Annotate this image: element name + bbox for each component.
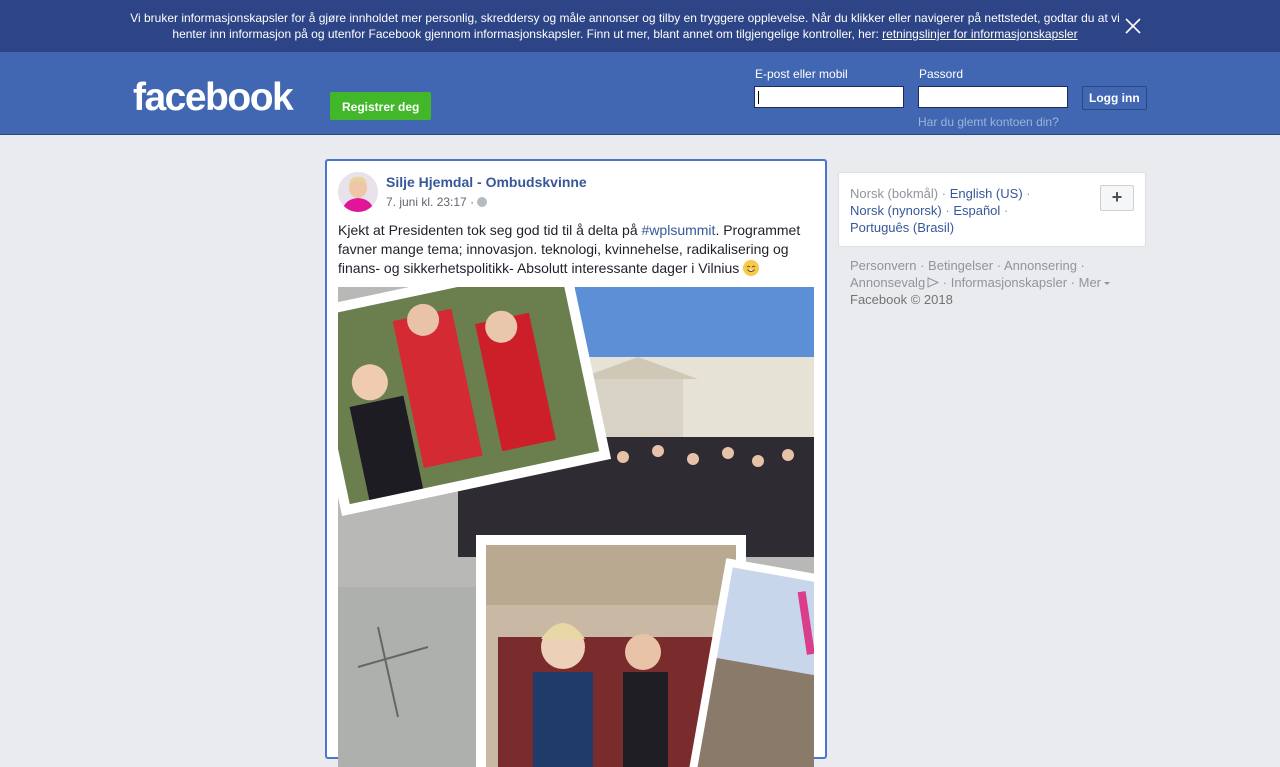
language-option-nynorsk[interactable]: Norsk (nynorsk) (850, 203, 942, 218)
post-author-link[interactable]: Silje Hjemdal - Ombudskvinne (386, 174, 587, 190)
language-list: Norsk (bokmål) · English (US) · Norsk (n… (850, 186, 1031, 235)
post-timestamp[interactable]: 7. juni kl. 23:17 · (386, 195, 488, 209)
text-caret (758, 91, 759, 104)
language-selector: Norsk (bokmål) · English (US) · Norsk (n… (838, 172, 1146, 247)
language-current: Norsk (bokmål) (850, 186, 939, 201)
top-header: facebook Registrer deg E-post eller mobi… (0, 52, 1280, 135)
language-option-english[interactable]: English (US) (950, 186, 1023, 201)
footer-link-terms[interactable]: Betingelser (928, 258, 993, 273)
language-option-portuguese[interactable]: Português (Brasil) (850, 220, 954, 235)
copyright: Facebook © 2018 (850, 292, 953, 307)
password-field[interactable] (918, 86, 1068, 108)
ad-choices-icon (925, 275, 940, 290)
footer-link-ad-choices[interactable]: Annonsevalg (850, 275, 925, 290)
forgot-account-link[interactable]: Har du glemt kontoen din? (918, 115, 1059, 129)
footer-link-advertising[interactable]: Annonsering (1004, 258, 1077, 273)
avatar[interactable] (338, 172, 378, 212)
close-icon[interactable] (1123, 16, 1143, 36)
hashtag-link[interactable]: #wplsummit (642, 222, 716, 238)
login-button[interactable]: Logg inn (1082, 86, 1147, 110)
cookie-banner: Vi bruker informasjonskapsler for å gjør… (0, 0, 1280, 52)
smiling-face-emoji-icon (743, 260, 760, 276)
footer-link-more[interactable]: Mer (1079, 275, 1101, 290)
register-button[interactable]: Registrer deg (330, 92, 432, 120)
caret-down-icon (1101, 275, 1111, 290)
post-text: Kjekt at Presidenten tok seg god tid til… (338, 221, 808, 278)
cookie-policy-link[interactable]: retningslinjer for informasjonskapsler (882, 27, 1077, 41)
language-option-spanish[interactable]: Español (953, 203, 1000, 218)
cookie-banner-text: Vi bruker informasjonskapsler for å gjør… (130, 10, 1120, 42)
post-text-start: Kjekt at Presidenten tok seg god tid til… (338, 222, 642, 238)
more-languages-button[interactable]: + (1100, 185, 1134, 211)
dot-separator: · (470, 195, 475, 209)
globe-icon (477, 197, 488, 207)
password-label: Passord (919, 67, 964, 81)
footer-link-cookies[interactable]: Informasjonskapsler (951, 275, 1067, 290)
email-field[interactable] (754, 86, 904, 108)
post-photo-collage[interactable] (338, 287, 814, 767)
footer-link-privacy[interactable]: Personvern (850, 258, 916, 273)
facebook-logo[interactable]: facebook (133, 76, 294, 120)
post-date[interactable]: 7. juni kl. 23:17 (386, 195, 467, 209)
email-label: E-post eller mobil (755, 67, 848, 81)
post-card: Silje Hjemdal - Ombudskvinne 7. juni kl.… (325, 159, 827, 767)
footer-links: Personvern · Betingelser · Annonsering ·… (850, 257, 1140, 308)
